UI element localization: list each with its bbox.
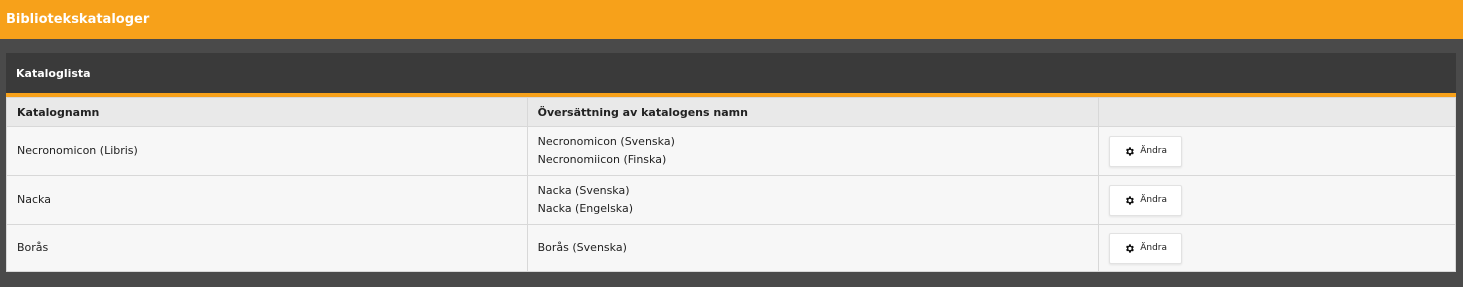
catalog-name-cell: Necronomicon (Libris)	[6, 126, 528, 176]
translation-cell: Nacka (Svenska) Nacka (Engelska)	[526, 175, 1100, 225]
translation-cell: Necronomicon (Svenska) Necronomiicon (Fi…	[526, 126, 1100, 176]
page-title: Bibliotekskataloger	[6, 12, 150, 27]
column-header-actions	[1098, 97, 1456, 127]
translation-line: Necronomiicon (Finska)	[537, 153, 667, 166]
action-cell: Ändra	[1098, 175, 1456, 225]
catalog-table: Katalognamn Översättning av katalogens n…	[6, 97, 1456, 272]
catalog-panel: Kataloglista Katalognamn Översättning av…	[6, 53, 1456, 272]
column-header-translation: Översättning av katalogens namn	[526, 97, 1100, 127]
gear-icon	[1124, 195, 1135, 206]
panel-title: Kataloglista	[16, 66, 91, 80]
gear-icon	[1124, 243, 1135, 254]
translation-line: Necronomicon (Svenska)	[537, 135, 675, 148]
panel-header: Kataloglista	[6, 53, 1456, 97]
action-cell: Ändra	[1098, 224, 1456, 272]
edit-button-label: Ändra	[1140, 195, 1168, 205]
translation-line: Nacka (Engelska)	[537, 202, 634, 215]
edit-button[interactable]: Ändra	[1109, 232, 1183, 264]
table-row: Borås Borås (Svenska) Ändra	[6, 224, 1456, 272]
app-header: Bibliotekskataloger	[0, 0, 1463, 39]
edit-button-label: Ändra	[1140, 146, 1168, 156]
edit-button-label: Ändra	[1140, 243, 1168, 253]
translation-cell: Borås (Svenska)	[526, 224, 1100, 272]
translation-line: Nacka (Svenska)	[537, 184, 630, 197]
gear-icon	[1124, 146, 1135, 157]
translation-line: Borås (Svenska)	[537, 241, 627, 254]
edit-button[interactable]: Ändra	[1109, 184, 1183, 216]
table-header-row: Katalognamn Översättning av katalogens n…	[6, 97, 1456, 127]
action-cell: Ändra	[1098, 126, 1456, 176]
table-row: Nacka Nacka (Svenska) Nacka (Engelska) Ä…	[6, 175, 1456, 225]
table-row: Necronomicon (Libris) Necronomicon (Sven…	[6, 126, 1456, 176]
edit-button[interactable]: Ändra	[1109, 135, 1183, 167]
catalog-name-cell: Borås	[6, 224, 528, 272]
catalog-name-cell: Nacka	[6, 175, 528, 225]
column-header-name: Katalognamn	[6, 97, 528, 127]
